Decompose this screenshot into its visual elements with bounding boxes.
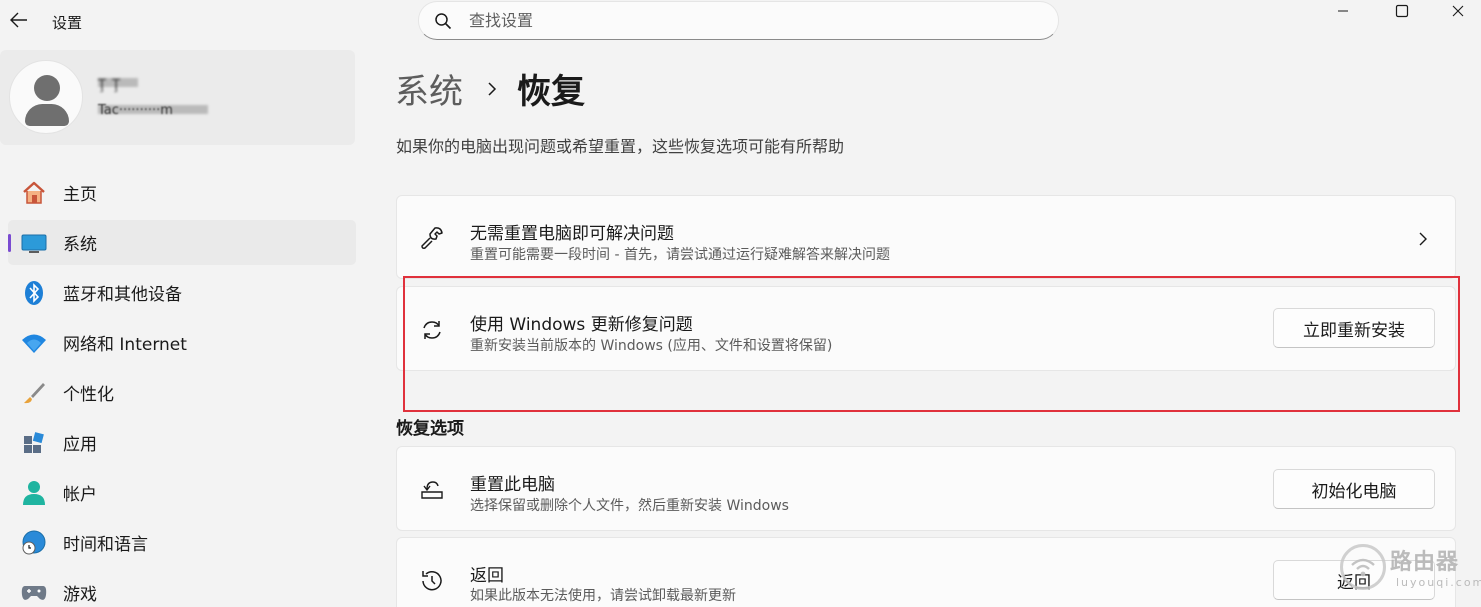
profile-card[interactable] [0,50,355,145]
avatar [9,60,83,134]
reset-pc-title: 重置此电脑 [470,475,555,495]
wrench-icon [418,224,446,252]
close-button[interactable] [1435,0,1481,22]
sidebar-item-label: 蓝牙和其他设备 [63,285,182,305]
reset-pc-desc: 选择保留或删除个人文件，然后重新安装 Windows [470,498,789,514]
go-back-desc: 如果此版本无法使用，请尝试卸载最新更新 [470,588,736,604]
reset-pc-icon [418,476,446,504]
sidebar-item-label: 时间和语言 [63,535,148,555]
sidebar-nav: 主页 系统 蓝牙和其他设备 网络和 Internet 个性化 应用 帐户 时间和… [8,170,356,607]
sidebar-item-label: 游戏 [63,585,97,605]
breadcrumb-parent[interactable]: 系统 [395,64,463,113]
system-icon [20,229,48,257]
history-icon [418,567,446,595]
maximize-button[interactable] [1379,0,1425,22]
minimize-icon [1338,10,1348,12]
watermark-text: 路由器 [1390,550,1460,575]
go-back-card: 返回 如果此版本无法使用，请尝试卸载最新更新 返回 [396,537,1456,607]
windows-update-repair-card: 使用 Windows 更新修复问题 重新安装当前版本的 Windows (应用、… [396,286,1456,371]
search-icon [433,11,453,31]
watermark-subtext: luyouqi.com [1396,576,1481,589]
breadcrumb: 系统 恢复 [395,64,585,113]
minimize-button[interactable] [1320,0,1366,22]
sidebar-item-label: 系统 [63,235,97,255]
reinstall-now-button[interactable]: 立即重新安装 [1273,308,1435,348]
chevron-right-icon [1415,229,1431,249]
troubleshoot-card[interactable]: 无需重置电脑即可解决问题 重置可能需要一段时间 - 首先，请尝试通过运行疑难解答… [396,195,1456,279]
sidebar-item-label: 主页 [63,185,97,205]
chevron-right-icon [485,79,499,99]
search-box[interactable] [418,1,1059,40]
sync-icon [418,316,446,344]
account-icon [20,479,48,507]
network-icon [20,329,48,357]
sidebar-item-bluetooth[interactable]: 蓝牙和其他设备 [8,270,356,315]
apps-icon [20,429,48,457]
sidebar-item-label: 应用 [63,435,97,455]
maximize-icon [1395,4,1409,18]
go-back-title: 返回 [470,566,504,586]
recovery-options-heading: 恢复选项 [396,419,464,439]
watermark: 路由器 luyouqi.com [1340,542,1481,602]
sidebar-item-label: 网络和 Internet [63,335,187,355]
gaming-icon [20,579,48,607]
page-subtitle: 如果你的电脑出现问题或希望重置，这些恢复选项可能有所帮助 [396,137,845,156]
sidebar-item-personalization[interactable]: 个性化 [8,370,356,415]
sidebar-item-network[interactable]: 网络和 Internet [8,320,356,365]
bluetooth-icon [20,279,48,307]
page-title: 恢复 [517,72,585,112]
reset-pc-button[interactable]: 初始化电脑 [1273,469,1435,509]
sidebar-item-apps[interactable]: 应用 [8,420,356,465]
sidebar-item-home[interactable]: 主页 [8,170,356,215]
watermark-logo-icon [1340,544,1386,590]
sidebar-item-accounts[interactable]: 帐户 [8,470,356,515]
sidebar-item-label: 个性化 [63,385,114,405]
sidebar-item-label: 帐户 [63,485,97,505]
home-icon [20,179,48,207]
sidebar-item-gaming[interactable]: 游戏 [8,570,356,607]
profile-email: Tac··········m [98,103,173,118]
close-icon [1452,5,1464,17]
windows-update-repair-desc: 重新安装当前版本的 Windows (应用、文件和设置将保留) [470,338,833,354]
troubleshoot-title: 无需重置电脑即可解决问题 [470,224,674,244]
sidebar-item-time-language[interactable]: 时间和语言 [8,520,356,565]
sidebar-item-system[interactable]: 系统 [8,220,356,265]
app-title: 设置 [52,14,83,32]
back-arrow-icon [10,12,27,28]
search-input[interactable] [469,11,1029,30]
troubleshoot-desc: 重置可能需要一段时间 - 首先，请尝试通过运行疑难解答来解决问题 [470,247,890,263]
personalization-brush-icon [20,379,48,407]
profile-name: Ţ Ţ [98,78,122,93]
back-button[interactable] [8,6,30,34]
reset-pc-card: 重置此电脑 选择保留或删除个人文件，然后重新安装 Windows 初始化电脑 [396,446,1456,531]
windows-update-repair-title: 使用 Windows 更新修复问题 [470,315,693,335]
time-language-icon [20,529,48,557]
